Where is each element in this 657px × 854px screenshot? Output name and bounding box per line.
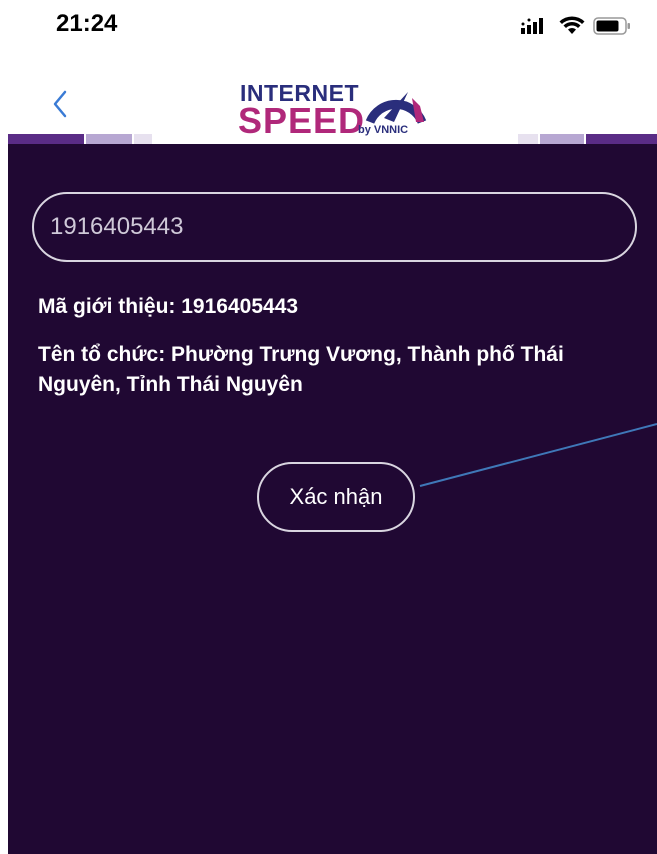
- wifi-icon: [559, 16, 585, 34]
- referral-form: Mã giới thiệu: 1916405443 Tên tổ chức: P…: [8, 144, 657, 854]
- internet-speed-logo: INTERNET SPEED by VNNIC: [236, 72, 436, 141]
- status-icons: [521, 16, 631, 36]
- referral-code-input[interactable]: [32, 192, 637, 262]
- app-header: INTERNET SPEED by VNNIC: [0, 56, 657, 144]
- battery-icon: [593, 17, 630, 35]
- status-time: 21:24: [56, 10, 118, 37]
- speedometer-icon: [365, 92, 427, 124]
- chevron-left-icon: [53, 90, 67, 118]
- app-screen: 21:24 INTERNET SPEED by VNNIC 1916405443…: [0, 0, 657, 854]
- referral-code-text: Mã giới thiệu: 1916405443: [38, 295, 299, 318]
- status-bar: 21:24: [0, 0, 657, 56]
- organization-name-text: Tên tổ chức: Phường Trưng Vương, Thành p…: [38, 343, 564, 396]
- confirm-button[interactable]: Xác nhận: [257, 462, 415, 532]
- cellular-signal-icon: [521, 18, 543, 34]
- back-button[interactable]: [48, 86, 72, 122]
